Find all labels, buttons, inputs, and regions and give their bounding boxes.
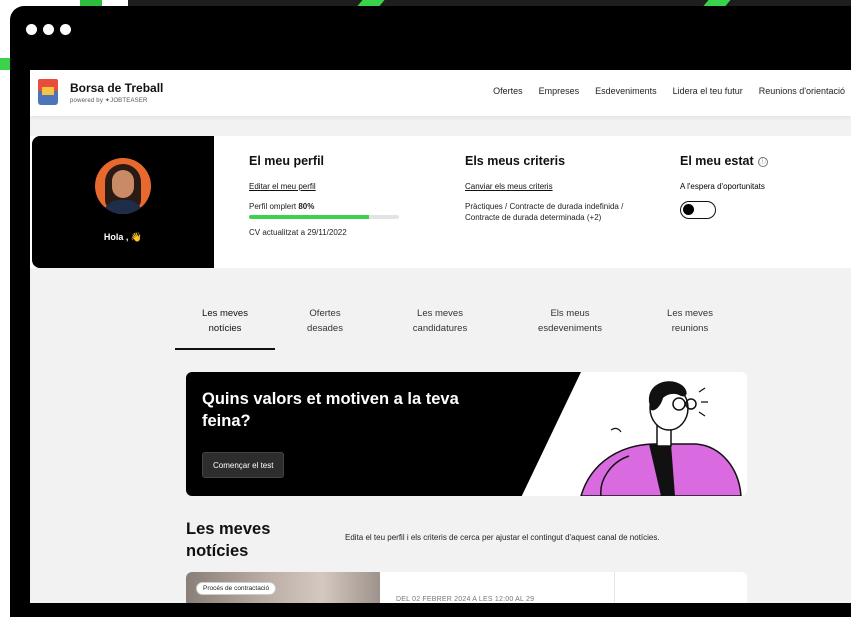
profile-progress-bar	[249, 215, 399, 219]
values-test-banner: Quins valors et motiven a la teva feina?…	[186, 372, 747, 496]
tab-label-line1: Els meus	[550, 308, 590, 319]
tab-label-line2: notícies	[208, 323, 242, 334]
news-section-title: Les meves notícies	[186, 520, 271, 560]
brand[interactable]: Borsa de Treball powered by ✦JOBTEASER	[70, 81, 163, 104]
my-profile-title: El meu perfil	[249, 154, 325, 168]
start-test-button[interactable]: Començar el test	[202, 452, 285, 478]
banner-title: Quins valors et motiven a la teva feina?	[202, 390, 459, 430]
news-date: DEL 02 FEBRER 2024 A LES 12:00 AL 29	[396, 596, 535, 603]
tab-label-line2: desades	[307, 323, 343, 334]
decor-green-side	[0, 58, 10, 70]
content-tabs: Les meves notícies Ofertes desades Les m…	[175, 306, 745, 354]
profile-card: Hola , 👋	[32, 136, 214, 268]
tab-les-meves-candidatures[interactable]: Les meves candidatures	[375, 306, 505, 354]
profile-completion-prefix: Perfil omplert	[249, 202, 297, 211]
my-criteria-section: Els meus criteris Canviar els meus crite…	[465, 154, 635, 223]
nav-item-lidera[interactable]: Lidera el teu futur	[673, 86, 743, 96]
tab-label-line1: Les meves	[667, 308, 713, 319]
my-profile-section: El meu perfil Editar el meu perfil Perfi…	[249, 154, 399, 237]
info-icon[interactable]: ⓘ	[757, 156, 768, 167]
my-status-heading: El meu estat ⓘ	[680, 154, 768, 168]
tab-label-line2: esdeveniments	[538, 323, 602, 334]
brand-subtitle: powered by ✦JOBTEASER	[70, 98, 148, 104]
news-card[interactable]: Procés de contractació DEL 02 FEBRER 202…	[186, 572, 747, 603]
profile-completion-label: Perfil omplert 80%	[249, 202, 399, 211]
nav-item-empreses[interactable]: Empreses	[539, 86, 580, 96]
my-status-title: El meu estat	[680, 154, 754, 168]
my-criteria-title: Els meus criteris	[465, 154, 566, 168]
browser-window: Borsa de Treball powered by ✦JOBTEASER O…	[10, 6, 851, 617]
nav-item-esdeveniments[interactable]: Esdeveniments	[595, 86, 657, 96]
tab-label-line2: reunions	[671, 323, 709, 334]
page-viewport: Borsa de Treball powered by ✦JOBTEASER O…	[30, 70, 851, 603]
cv-updated: CV actualitzat a 29/11/2022	[249, 228, 347, 237]
profile-progress-fill	[249, 215, 369, 219]
avatar[interactable]	[95, 158, 151, 214]
tab-les-meves-noticies[interactable]: Les meves notícies	[175, 306, 275, 354]
criteria-summary: Pràctiques / Contracte de durada indefin…	[465, 202, 624, 222]
thinking-person-illustration	[580, 381, 742, 496]
tab-label-line1: Ofertes	[309, 308, 341, 319]
nav-item-ofertes[interactable]: Ofertes	[493, 86, 523, 96]
wave-hand-icon: 👋	[130, 232, 143, 242]
news-card-divider	[614, 572, 615, 603]
university-logo-icon[interactable]	[38, 79, 58, 105]
nav-links: Ofertes Empreses Esdeveniments Lidera el…	[493, 86, 845, 96]
tab-label-line1: Les meves	[417, 308, 463, 319]
status-toggle[interactable]	[680, 201, 716, 219]
window-controls	[26, 24, 71, 35]
tab-els-meus-esdeveniments[interactable]: Els meus esdeveniments	[505, 306, 635, 354]
window-dot-icon[interactable]	[26, 24, 37, 35]
tab-label-line2: candidatures	[412, 323, 468, 334]
tab-les-meves-reunions[interactable]: Les meves reunions	[635, 306, 745, 354]
profile-completion-value: 80%	[298, 202, 315, 211]
change-criteria-link[interactable]: Canviar els meus criteris	[465, 182, 635, 191]
greeting-text: Hola ,	[103, 232, 129, 242]
my-status-section: El meu estat ⓘ A l'espera d'oportunitats	[680, 154, 768, 219]
news-section-description: Edita el teu perfil i els criteris de ce…	[345, 533, 660, 542]
window-dot-icon[interactable]	[43, 24, 54, 35]
toggle-knob	[683, 204, 694, 215]
status-text: A l'espera d'oportunitats	[680, 182, 765, 191]
brand-title: Borsa de Treball	[70, 81, 164, 95]
nav-item-reunions[interactable]: Reunions d'orientació	[759, 86, 845, 96]
greeting: Hola , 👋	[32, 232, 214, 243]
edit-profile-link[interactable]: Editar el meu perfil	[249, 182, 399, 191]
window-dot-icon[interactable]	[60, 24, 71, 35]
tab-label-line1: Les meves	[202, 308, 248, 319]
top-navbar: Borsa de Treball powered by ✦JOBTEASER O…	[30, 70, 851, 116]
news-category-badge: Procés de contractació	[196, 582, 277, 595]
profile-summary: Hola , 👋 El meu perfil Editar el meu per…	[30, 136, 851, 268]
tab-ofertes-desades[interactable]: Ofertes desades	[275, 306, 375, 354]
